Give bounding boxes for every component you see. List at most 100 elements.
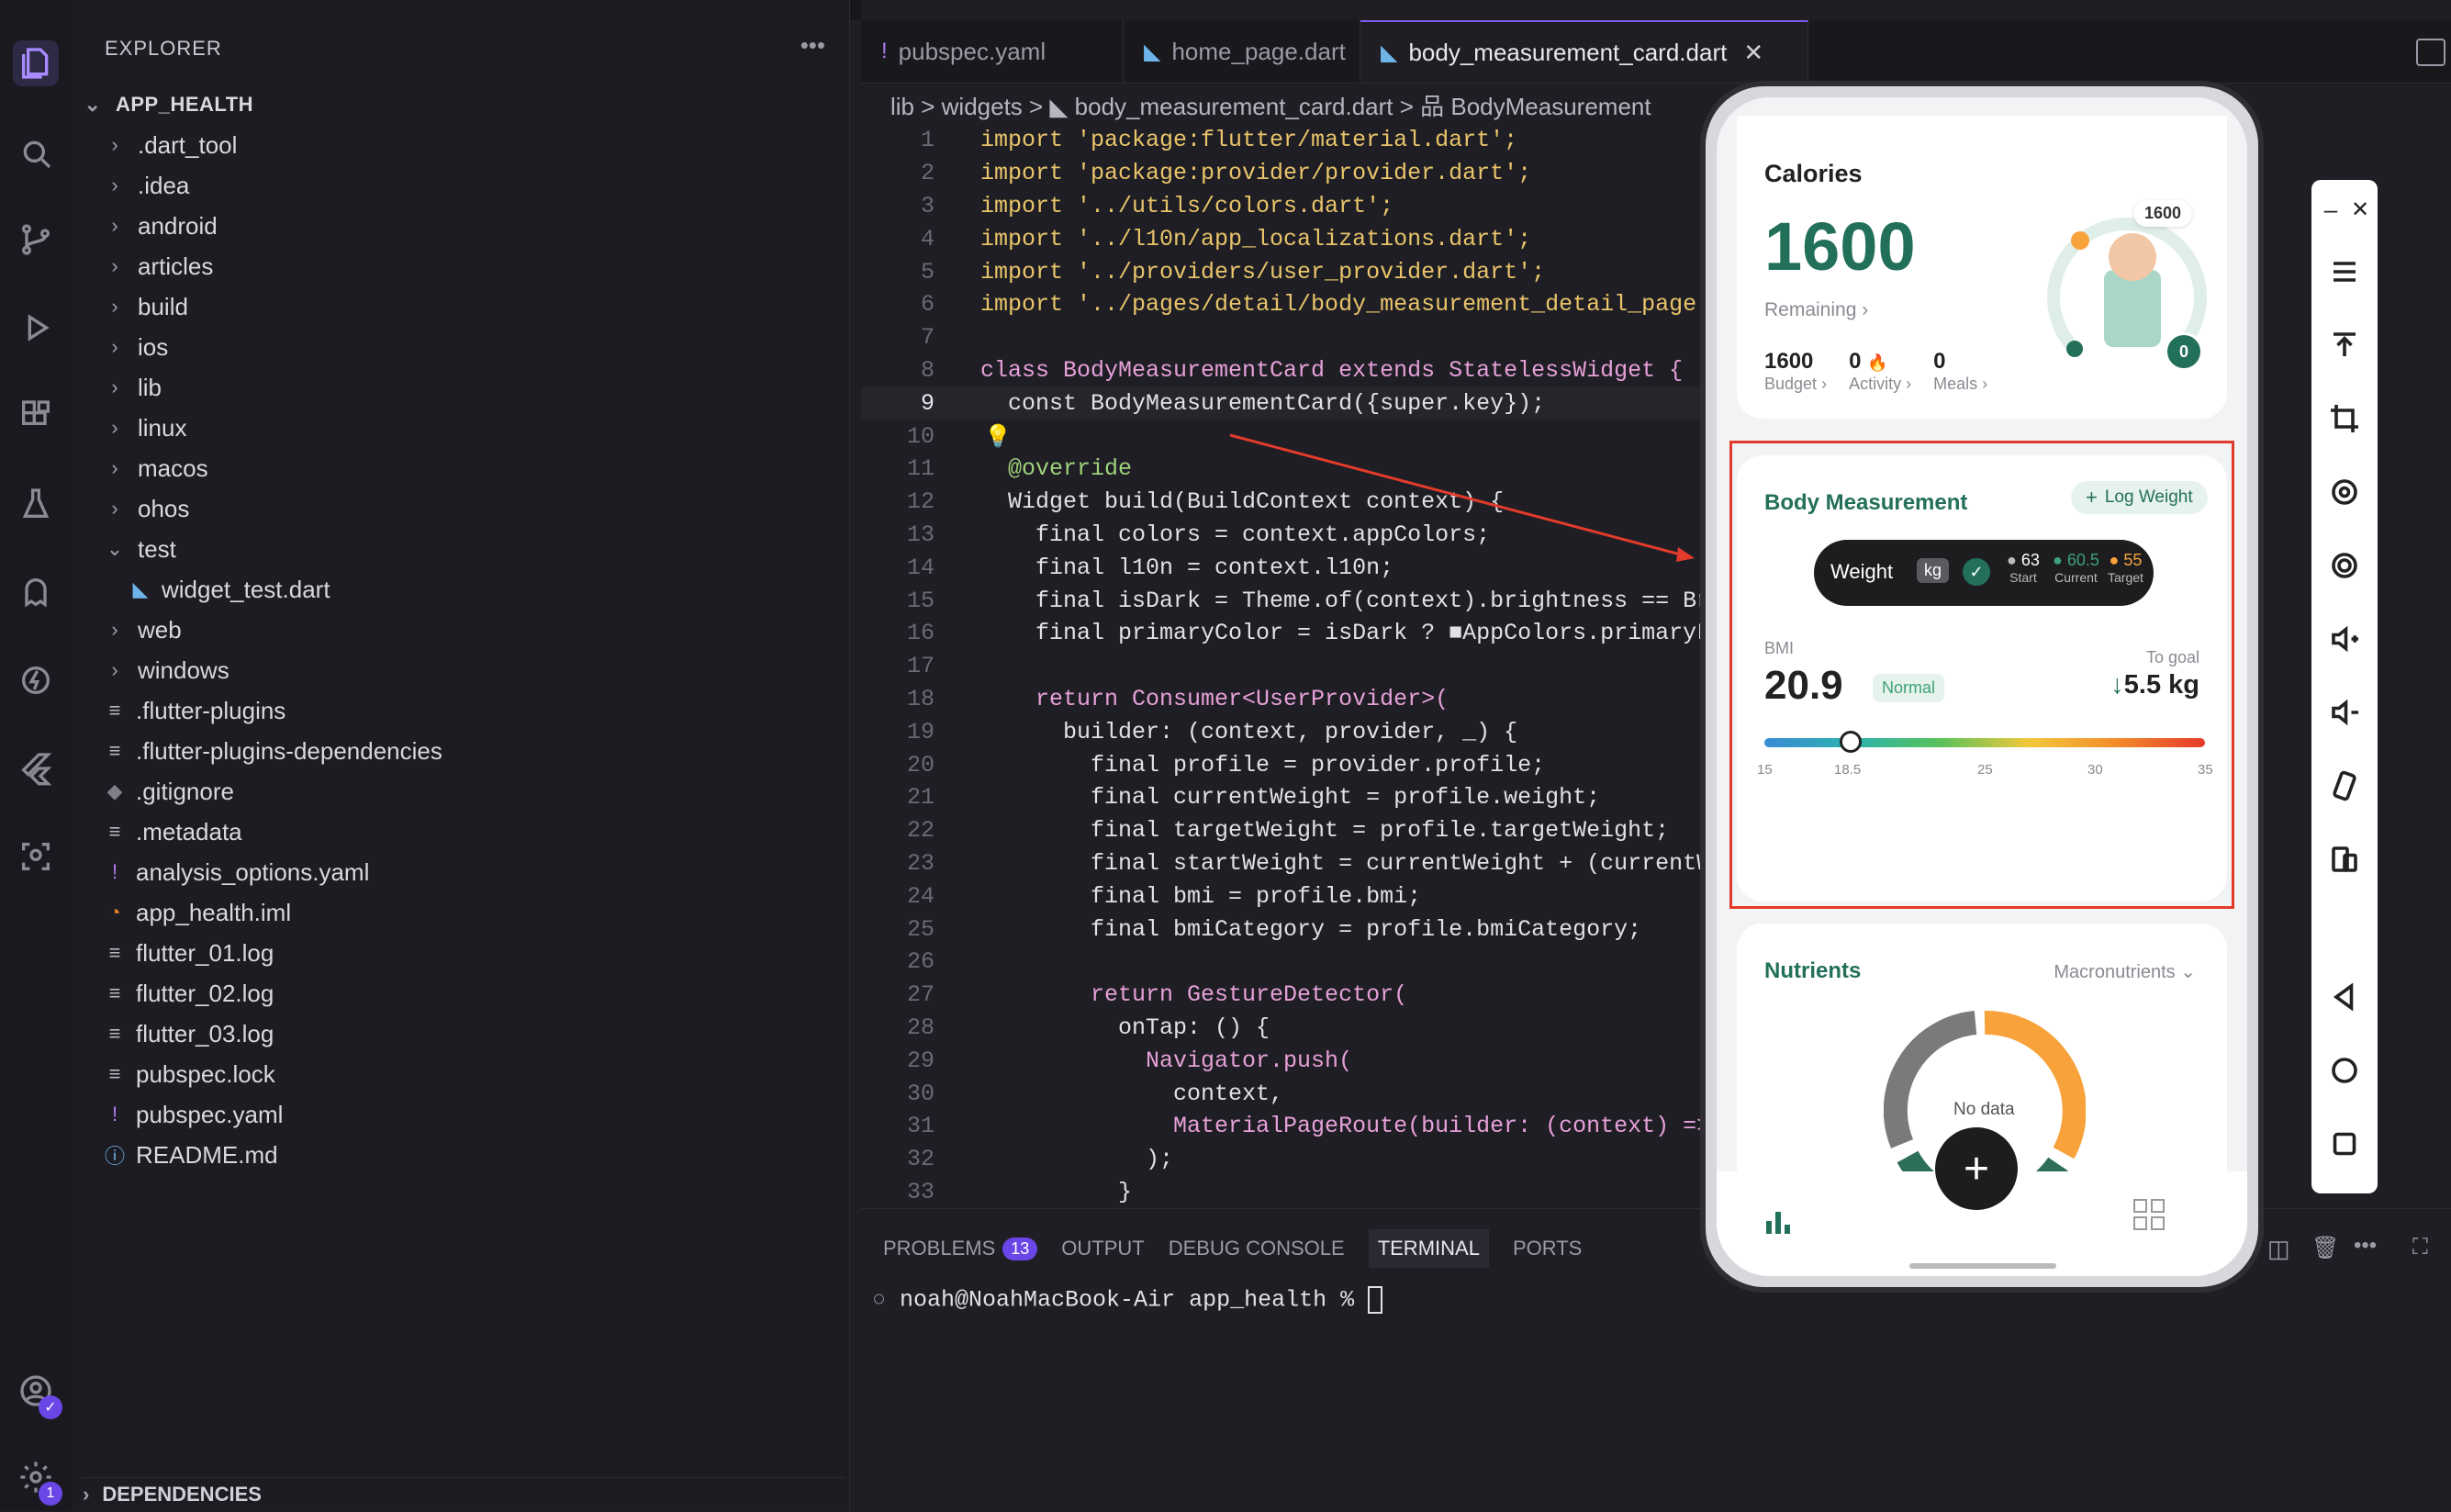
highlight-box [1729,441,2234,909]
tree-item[interactable]: ≡ flutter_03.log [72,1014,849,1054]
tree-item[interactable]: ⌄ test [72,529,849,569]
remaining-link[interactable]: Remaining › [1764,299,1868,321]
tree-item[interactable]: › linux [72,408,849,448]
tree-item[interactable]: ! analysis_options.yaml [72,852,849,892]
explorer-icon[interactable] [13,40,59,86]
tab-label: OUTPUT [1061,1237,1145,1260]
maximize-icon[interactable]: ⛶ [2412,1235,2428,1260]
tree-item[interactable]: › ios [72,327,849,367]
tree-item[interactable]: ≡ flutter_02.log [72,973,849,1014]
tree-item[interactable]: ! pubspec.yaml [72,1094,849,1135]
split-terminal-icon[interactable]: ◫ [2267,1235,2290,1263]
account-icon[interactable]: ✓ [13,1368,62,1419]
tree-item[interactable]: › .idea [72,165,849,206]
close-icon[interactable]: ✕ [2346,187,2374,231]
minimize-icon[interactable]: – [2317,187,2345,231]
stat-meals[interactable]: 0 Meals › [1933,349,1987,394]
nutrients-title: Nutrients [1764,958,1862,983]
stat-activity[interactable]: 0 🔥 Activity › [1849,349,1911,394]
tree-item[interactable]: › .dart_tool [72,125,849,165]
tree-item[interactable]: ◆ .gitignore [72,771,849,812]
tree-item[interactable]: › ohos [72,488,849,529]
inspector-icon[interactable] [13,834,59,879]
dependencies-section[interactable]: › DEPENDENCIES [83,1477,845,1511]
tree-item[interactable]: › windows [72,650,849,690]
yaml-file-icon: ! [111,860,118,883]
calories-card[interactable]: Calories 1600 Remaining › 1600 Budget › 0… [1737,116,2227,419]
home-icon[interactable] [2322,1048,2367,1092]
tree-item[interactable]: › lib [72,367,849,408]
tree-item[interactable]: ◣ widget_test.dart [72,569,849,610]
tree-item[interactable]: ≡ .metadata [72,812,849,852]
settings-gear-icon[interactable]: 1 [13,1454,62,1506]
back-icon[interactable] [2322,975,2367,1019]
testing-icon[interactable] [13,481,59,527]
lightning-icon[interactable] [13,657,59,703]
macronutrients-dropdown[interactable]: Macronutrients ⌄ [2054,960,2196,983]
tree-item[interactable]: › articles [72,246,849,286]
source-control-icon[interactable] [13,217,59,263]
project-root[interactable]: ⌄ APP_HEALTH [72,84,849,125]
text-file-icon: ≡ [108,1062,121,1085]
remote-icon[interactable] [13,569,59,615]
tree-item[interactable]: ◔ app_health.iml [72,892,849,933]
menu-icon[interactable] [2322,250,2367,294]
settings-badge: 1 [39,1482,62,1506]
more-actions-icon[interactable]: ••• [800,31,825,60]
terminal-cursor [1368,1286,1383,1314]
overview-icon[interactable] [2322,1122,2367,1166]
calories-value: 1600 [1764,208,1916,285]
tab-label: TERMINAL [1377,1237,1480,1260]
stat-label: Activity [1849,375,1902,393]
tree-item[interactable]: ≡ flutter_01.log [72,933,849,973]
tree-item[interactable]: ≡ .flutter-plugins [72,690,849,731]
tree-item-label: .dart_tool [138,130,238,159]
tab-terminal[interactable]: TERMINAL [1368,1229,1489,1268]
more-icon[interactable]: ••• [2354,1233,2377,1259]
file-tree: ⌄ APP_HEALTH › .dart_tool › .idea › android › ar… [72,84,849,1175]
flutter-icon[interactable] [13,745,59,791]
info-file-icon: ⓘ [105,1145,126,1168]
rotate-icon[interactable] [2322,470,2367,514]
tree-item[interactable]: ≡ pubspec.lock [72,1054,849,1094]
tree-item[interactable]: ⓘ README.md [72,1135,849,1175]
tree-item[interactable]: › web [72,610,849,650]
tab-problems[interactable]: PROBLEMS 13 [883,1229,1038,1268]
extensions-icon[interactable] [13,393,59,439]
explorer-title: EXPLORER [105,37,222,60]
add-fab-button[interactable]: + [1935,1127,2018,1210]
crop-icon[interactable] [2322,397,2367,441]
trash-icon[interactable]: 🗑 [2311,1235,2339,1261]
tab-debug-console[interactable]: DEBUG CONSOLE [1169,1229,1345,1268]
tree-item-label: web [138,615,182,644]
stats-nav-icon[interactable] [1766,1197,1803,1234]
tab-output[interactable]: OUTPUT [1061,1229,1144,1268]
tree-item[interactable]: ≡ .flutter-plugins-dependencies [72,731,849,771]
tree-item[interactable]: › build [72,286,849,327]
grid-nav-icon[interactable] [2133,1199,2165,1230]
volume-up-icon[interactable] [2322,617,2367,661]
pin-top-icon[interactable] [2322,323,2367,367]
chevron-right-icon: › [111,416,118,439]
yaml-file-icon: ! [111,1103,118,1126]
record-icon[interactable] [2322,543,2367,588]
tree-item[interactable]: › android [72,206,849,246]
search-icon[interactable] [13,130,59,176]
tab-label: PROBLEMS [883,1237,996,1260]
stat-budget[interactable]: 1600 Budget › [1764,349,1827,394]
chevron-right-icon: › [111,254,118,277]
explorer-panel: EXPLORER ••• ⌄ APP_HEALTH › .dart_tool › .id… [72,0,850,1511]
text-file-icon: ≡ [108,820,121,843]
volume-down-icon[interactable] [2322,690,2367,734]
flame-icon: 🔥 [1867,353,1888,372]
run-debug-icon[interactable] [13,305,59,351]
text-file-icon: ≡ [108,941,121,964]
terminal-output[interactable]: ○ noah@NoahMacBook-Air app_health % [872,1286,1383,1314]
donut-center-label: No data [1953,1100,2015,1119]
home-indicator[interactable] [1909,1263,2056,1269]
tab-ports[interactable]: PORTS [1513,1229,1582,1268]
fold-icon[interactable] [2322,837,2367,881]
rotate-device-icon[interactable] [2322,764,2367,808]
git-file-icon: ◆ [106,779,123,802]
tree-item[interactable]: › macos [72,448,849,488]
